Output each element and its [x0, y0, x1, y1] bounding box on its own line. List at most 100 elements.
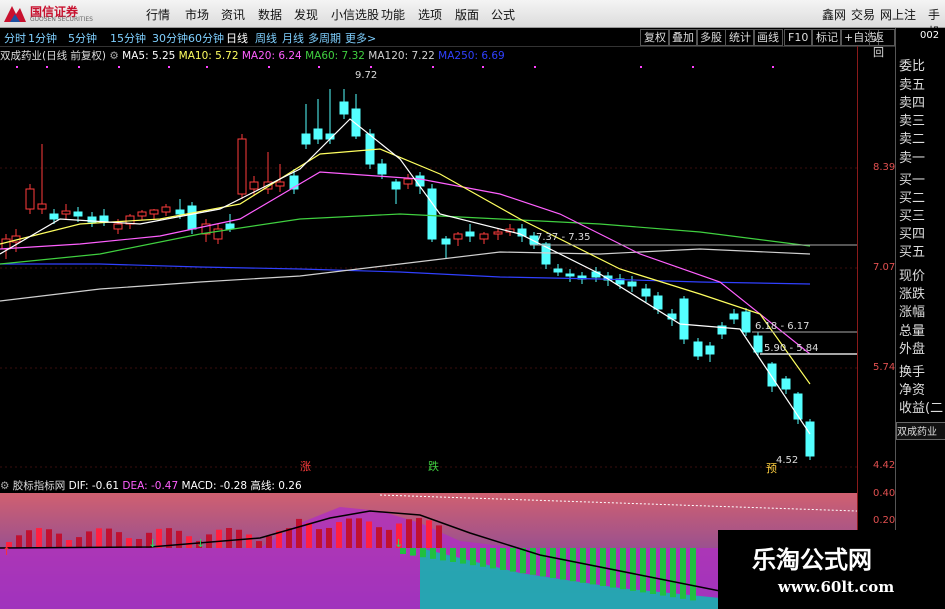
- menu-shichang[interactable]: 市场: [185, 6, 209, 23]
- candle-body: [377, 163, 387, 175]
- up-arrow-icon: ↑: [2, 545, 11, 558]
- menu-faxian[interactable]: 发现: [294, 6, 318, 23]
- ma5-line: [0, 118, 811, 435]
- side-change-pct: 涨幅: [899, 305, 926, 320]
- macd-bar: [96, 528, 102, 548]
- high-label: 9.72: [355, 70, 377, 81]
- menu-xiaoxin-xuangu[interactable]: 小信选股: [331, 6, 379, 23]
- ma-legend: 双成药业(日线 前复权) ⚙ MA5: 5.25 MA10: 5.72 MA20…: [0, 48, 505, 64]
- candle-body: [403, 178, 413, 185]
- menu-shuju[interactable]: 数据: [258, 6, 282, 23]
- candle-body: [693, 341, 703, 357]
- macd-bar: [366, 521, 372, 548]
- back-button[interactable]: 返回: [869, 29, 895, 59]
- app-logo[interactable]: 国信证券 GUOSEN SECURITIES: [4, 2, 114, 25]
- tab-multi-period[interactable]: 多周期: [308, 30, 341, 46]
- macd-bar: [16, 535, 22, 548]
- macd-bar: [386, 529, 392, 548]
- macd-bar: [336, 522, 342, 548]
- diejia-button[interactable]: 叠加: [668, 29, 698, 46]
- side-sell1: 卖一: [899, 151, 926, 166]
- tab-60min[interactable]: 60分钟: [188, 30, 224, 46]
- settings-icon[interactable]: ⚙: [0, 480, 9, 492]
- tab-30min[interactable]: 30分钟: [152, 30, 188, 46]
- tab-more[interactable]: 更多>: [345, 30, 376, 46]
- indicator-name[interactable]: 胶标指标网: [13, 480, 66, 492]
- side-buy3: 买三: [899, 209, 926, 224]
- f10-button[interactable]: F10: [784, 29, 813, 46]
- stock-name-tab[interactable]: 双成药业: [896, 422, 945, 440]
- candle-body: [767, 363, 777, 387]
- huaxian-button[interactable]: 画线: [753, 29, 783, 46]
- marker-dot: [772, 66, 774, 68]
- tab-daily[interactable]: 日线: [226, 30, 248, 46]
- tongji-button[interactable]: 统计: [725, 29, 755, 46]
- side-turnover: 换手: [899, 365, 926, 380]
- macd-bar: [610, 548, 616, 588]
- zone-label: 7.37 - 7.35: [536, 232, 591, 243]
- tab-monthly[interactable]: 月线: [282, 30, 304, 46]
- macd-bar: [436, 525, 442, 548]
- macd-bar: [416, 518, 422, 548]
- tab-fenshi[interactable]: 分时: [4, 30, 26, 46]
- side-sell4: 卖四: [899, 96, 926, 111]
- tab-15min[interactable]: 15分钟: [110, 30, 146, 46]
- marker-dot: [640, 66, 642, 68]
- side-change: 涨跌: [899, 287, 926, 302]
- menu-gongshi[interactable]: 公式: [491, 6, 515, 23]
- macd-bar: [450, 548, 456, 562]
- dif-value: DIF: -0.61: [68, 480, 120, 492]
- marker-dot: [118, 66, 120, 68]
- duogu-button[interactable]: 多股: [696, 29, 726, 46]
- macd-bar: [680, 548, 686, 599]
- candle-body: [249, 181, 259, 190]
- macd-bar: [540, 548, 546, 577]
- candle-body: [73, 211, 83, 217]
- menu-xuanxiang[interactable]: 选项: [418, 6, 442, 23]
- macd-bar: [36, 528, 42, 548]
- menu-gongneng[interactable]: 功能: [381, 6, 405, 23]
- side-sell2: 卖二: [899, 132, 926, 147]
- side-net-assets: 净资: [899, 383, 926, 398]
- macd-bar: [470, 548, 476, 566]
- candle-body: [653, 295, 663, 310]
- side-sell5: 卖五: [899, 78, 926, 93]
- fuquan-button[interactable]: 复权: [640, 29, 670, 46]
- menu-jiaoyi[interactable]: 交易: [851, 6, 875, 23]
- macd-bar: [420, 548, 426, 558]
- menu-banmian[interactable]: 版面: [455, 6, 479, 23]
- candle-body: [301, 133, 311, 145]
- candle-body: [149, 209, 159, 215]
- candle-body: [479, 233, 489, 240]
- menu-xinwang[interactable]: 鑫网: [822, 6, 846, 23]
- side-earnings: 收益(二: [899, 401, 944, 416]
- macd-bar: [116, 532, 122, 548]
- candle-body: [453, 233, 463, 240]
- axis-divider: [857, 46, 858, 609]
- tab-weekly[interactable]: 周线: [255, 30, 277, 46]
- menu-hangqing[interactable]: 行情: [146, 6, 170, 23]
- side-sell3: 卖三: [899, 114, 926, 129]
- menu-zixun[interactable]: 资讯: [221, 6, 245, 23]
- tab-5min[interactable]: 5分钟: [68, 30, 97, 46]
- macd-bar: [106, 528, 112, 548]
- menu-wangshangzhu[interactable]: 网上注: [880, 6, 916, 23]
- candle-body: [351, 108, 361, 137]
- ma20-value: MA20: 6.24: [241, 50, 302, 62]
- macd-bar: [660, 548, 666, 596]
- macd-bar: [690, 548, 696, 601]
- settings-icon[interactable]: ⚙: [109, 50, 118, 62]
- candle-body: [25, 188, 35, 210]
- ma250-value: MA250: 6.69: [438, 50, 505, 62]
- candle-body: [641, 288, 651, 297]
- candle-body: [441, 238, 451, 245]
- ma120-value: MA120: 7.22: [368, 50, 435, 62]
- marker-dot: [318, 66, 320, 68]
- biaoji-button[interactable]: 标记: [812, 29, 842, 46]
- candlestick-chart[interactable]: 9.72 7.37 - 7.35 6.18 - 6.17 5.90 - 5.84 4.5…: [0, 64, 857, 474]
- tab-1min[interactable]: 1分钟: [28, 30, 57, 46]
- marker-dot: [432, 66, 434, 68]
- zone-label: 5.90 - 5.84: [764, 343, 819, 354]
- ma120-line: [0, 248, 811, 302]
- candle-body: [705, 345, 715, 355]
